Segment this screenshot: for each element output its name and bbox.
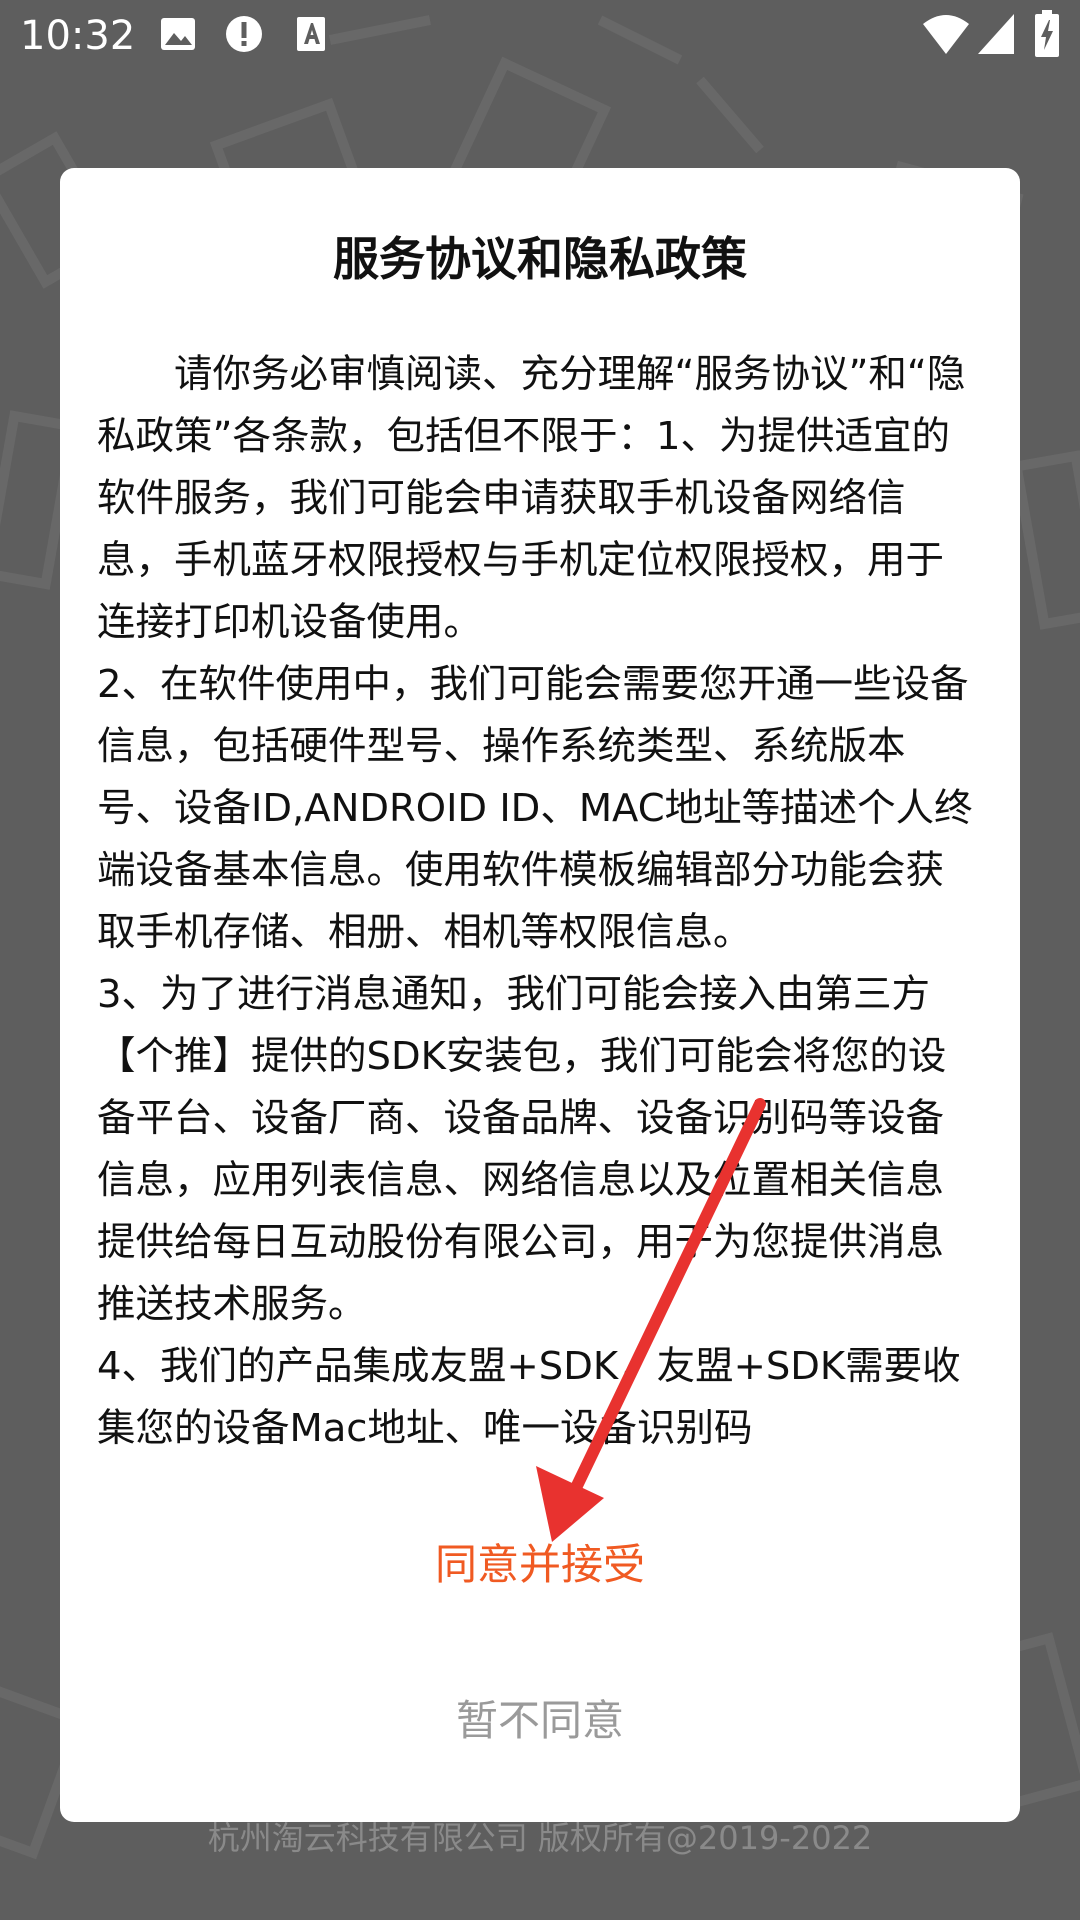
- alert-icon: [226, 16, 262, 52]
- status-time: 10:32: [20, 13, 136, 59]
- wifi-icon: [923, 15, 969, 54]
- a-icon: [297, 17, 325, 51]
- decline-button[interactable]: 暂不同意: [360, 1682, 720, 1760]
- dialog-title: 服务协议和隐私政策: [333, 232, 747, 286]
- paragraph-3: 3、为了进行消息通知，我们可能会接入由第三方【个推】提供的SDK安装包，我们可能…: [97, 972, 947, 1327]
- signal-icon: [978, 14, 1014, 54]
- paragraph-1: 请你务必审慎阅读、充分理解“服务协议”和“隐私政策”各条款，包括但不限于：1、为…: [97, 352, 966, 645]
- accept-button[interactable]: 同意并接受: [360, 1526, 720, 1604]
- screen: 10:32 杭州淘云科技有限公司 版权所有@2019-2022 服务协议和隐私政…: [0, 0, 1080, 1920]
- dialog-body-scroll[interactable]: 请你务必审慎阅读、充分理解“服务协议”和“隐私政策”各条款，包括但不限于：1、为…: [97, 344, 982, 1472]
- paragraph-4: 4、我们的产品集成友盟+SDK，友盟+SDK需要收集您的设备Mac地址、唯一设备…: [97, 1344, 961, 1451]
- image-icon: [161, 18, 195, 50]
- status-bar: 10:32: [0, 0, 1080, 72]
- paragraph-2: 2、在软件使用中，我们可能会需要您开通一些设备信息，包括硬件型号、操作系统类型、…: [97, 662, 973, 955]
- battery-icon: [1035, 10, 1059, 57]
